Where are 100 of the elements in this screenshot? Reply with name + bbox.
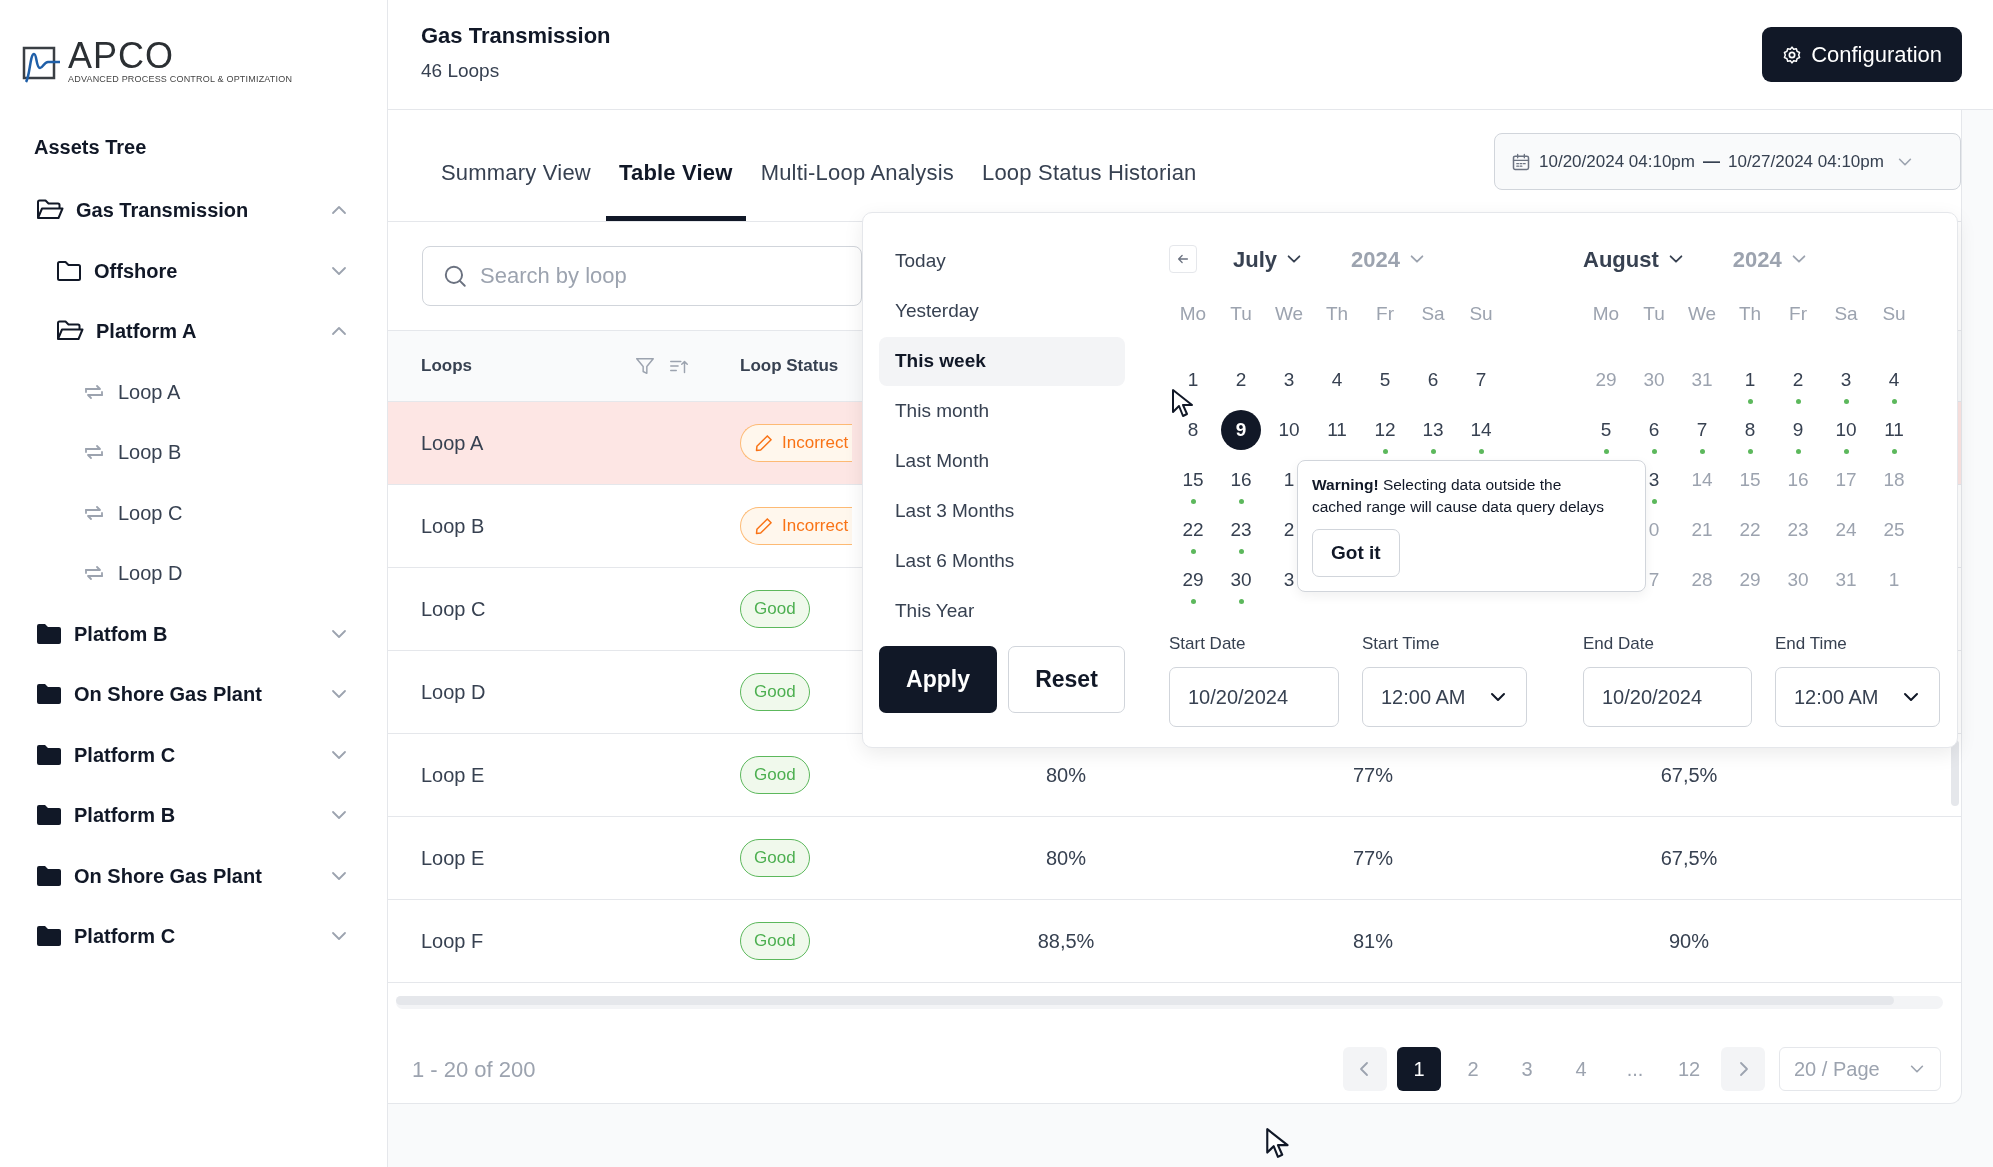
sidebar-title: Assets Tree — [34, 135, 148, 160]
calendar-icon — [1511, 151, 1531, 172]
calendar-day[interactable]: 3 — [1269, 360, 1309, 400]
calendar-day[interactable]: 22 — [1173, 510, 1213, 550]
got-it-button[interactable]: Got it — [1312, 528, 1400, 577]
reset-button[interactable]: Reset — [1008, 646, 1125, 713]
apply-button[interactable]: Apply — [879, 646, 997, 713]
calendar-day[interactable]: 29 — [1173, 560, 1213, 600]
calendar-day[interactable]: 14 — [1461, 410, 1501, 450]
table-cell: Loop E — [388, 734, 740, 817]
preset-option[interactable]: Last Month — [879, 437, 1125, 486]
calendar-day[interactable]: 2 — [1221, 360, 1261, 400]
pencil-icon — [754, 433, 774, 453]
status-badge: Good — [740, 673, 810, 711]
filter-icon — [634, 355, 656, 377]
date-range-picker[interactable]: 10/20/2024 04:10pm — 10/27/2024 04:10pm — [1494, 133, 1961, 190]
tree-item[interactable]: Loop A — [0, 361, 387, 422]
calendar-day[interactable]: 7 — [1682, 410, 1722, 450]
preset-option[interactable]: This week — [879, 337, 1125, 386]
tree-item[interactable]: Platform A — [0, 301, 387, 362]
calendar-day[interactable]: 13 — [1413, 410, 1453, 450]
previous-page-button[interactable] — [1343, 1047, 1387, 1091]
configuration-button[interactable]: Configuration — [1762, 27, 1962, 82]
calendar-day[interactable]: 9 — [1221, 410, 1261, 450]
weekday-label: Su — [1469, 301, 1493, 326]
calendar-day[interactable]: 16 — [1221, 460, 1261, 500]
folder-icon — [36, 621, 62, 646]
calendar-day[interactable]: 8 — [1730, 410, 1770, 450]
tree-item[interactable]: Platform C — [0, 906, 387, 967]
calendar-day[interactable]: 11 — [1317, 410, 1357, 450]
calendar-day[interactable]: 5 — [1586, 410, 1626, 450]
month-select[interactable]: July — [1233, 242, 1304, 276]
tree-item[interactable]: Loop D — [0, 543, 387, 604]
calendar-day[interactable]: 23 — [1221, 510, 1261, 550]
date-field[interactable]: 10/20/2024 — [1169, 667, 1339, 727]
calendar-day[interactable]: 1 — [1173, 360, 1213, 400]
logo-text: APCO — [68, 39, 176, 73]
calendar-day[interactable]: 6 — [1634, 410, 1674, 450]
tree-item[interactable]: Loop C — [0, 482, 387, 543]
weekday-label: Sa — [1421, 301, 1445, 326]
calendar-day[interactable]: 1 — [1730, 360, 1770, 400]
weekday-label: Mo — [1592, 301, 1620, 326]
calendar-day[interactable]: 10 — [1826, 410, 1866, 450]
table-cell-text: 77% — [1353, 763, 1393, 788]
previous-month-button[interactable] — [1169, 245, 1197, 273]
column-header: Loops — [421, 355, 472, 378]
calendar-day[interactable]: 3 — [1826, 360, 1866, 400]
tree-item[interactable]: Offshore — [0, 240, 387, 301]
page-title: Gas Transmission — [421, 23, 611, 50]
preset-option[interactable]: Yesterday — [879, 287, 1125, 336]
tree-item[interactable]: Platfom B — [0, 603, 387, 664]
calendar-day[interactable]: 6 — [1413, 360, 1453, 400]
tab[interactable]: Multi-Loop Analysis — [747, 156, 967, 221]
next-page-button[interactable] — [1721, 1047, 1765, 1091]
tree-item[interactable]: Loop B — [0, 422, 387, 483]
preset-option[interactable]: Last 6 Months — [879, 537, 1125, 586]
calendar-day[interactable]: 30 — [1221, 560, 1261, 600]
tree-item[interactable]: Platform C — [0, 724, 387, 785]
calendar-day[interactable]: 10 — [1269, 410, 1309, 450]
calendar-day[interactable]: 4 — [1874, 360, 1914, 400]
table-cell: Loop B — [388, 485, 740, 568]
tree-item[interactable]: Gas Transmission — [0, 180, 387, 241]
time-select[interactable]: 12:00 AM — [1362, 667, 1527, 727]
status-badge: Good — [740, 922, 810, 960]
table-cell: Loop E — [388, 817, 740, 900]
calendar-day[interactable]: 11 — [1874, 410, 1914, 450]
calendar-day[interactable]: 15 — [1173, 460, 1213, 500]
field-label: Start Date — [1169, 633, 1247, 655]
page-button[interactable]: 1 — [1397, 1047, 1441, 1091]
vertical-scrollbar[interactable] — [1951, 740, 1959, 806]
preset-option[interactable]: This month — [879, 387, 1125, 436]
tab[interactable]: Summary View — [428, 156, 604, 221]
status-badge: Good — [740, 756, 810, 794]
month-select[interactable]: August — [1583, 242, 1685, 276]
calendar-day[interactable]: 7 — [1461, 360, 1501, 400]
table-cell-text: 67,5% — [1660, 846, 1718, 871]
search-field[interactable]: Search by loop — [422, 246, 862, 306]
calendar-day[interactable]: 12 — [1365, 410, 1405, 450]
logo-tagline: ADVANCED PROCESS CONTROL & OPTIMIZATION — [68, 75, 293, 84]
date-field[interactable]: 10/20/2024 — [1583, 667, 1752, 727]
calendar-day[interactable]: 9 — [1778, 410, 1818, 450]
calendar-day[interactable]: 2 — [1778, 360, 1818, 400]
tree-item[interactable]: On Shore Gas Plant — [0, 664, 387, 725]
preset-option[interactable]: Last 3 Months — [879, 487, 1125, 536]
pagination-ellipsis: ... — [1625, 1057, 1645, 1082]
arrow-left-icon — [1176, 252, 1190, 266]
tree-item[interactable]: Platform B — [0, 785, 387, 846]
tab[interactable]: Table View — [605, 156, 746, 221]
horizontal-scrollbar[interactable] — [396, 996, 1943, 1009]
preset-option[interactable]: This Year — [879, 587, 1125, 636]
calendar-day[interactable]: 5 — [1365, 360, 1405, 400]
tab[interactable]: Loop Status Historian — [968, 156, 1210, 221]
tree-item[interactable]: On Shore Gas Plant — [0, 845, 387, 906]
warning-message: Warning! Selecting data outside the cached range will cause data query delays — [1312, 475, 1606, 518]
calendar-day[interactable]: 4 — [1317, 360, 1357, 400]
folder-icon — [36, 924, 62, 949]
preset-option[interactable]: Today — [879, 237, 1125, 286]
time-select[interactable]: 12:00 AM — [1775, 667, 1940, 727]
calendar-day[interactable]: 8 — [1173, 410, 1213, 450]
table-cell-text: 90% — [1669, 929, 1709, 954]
